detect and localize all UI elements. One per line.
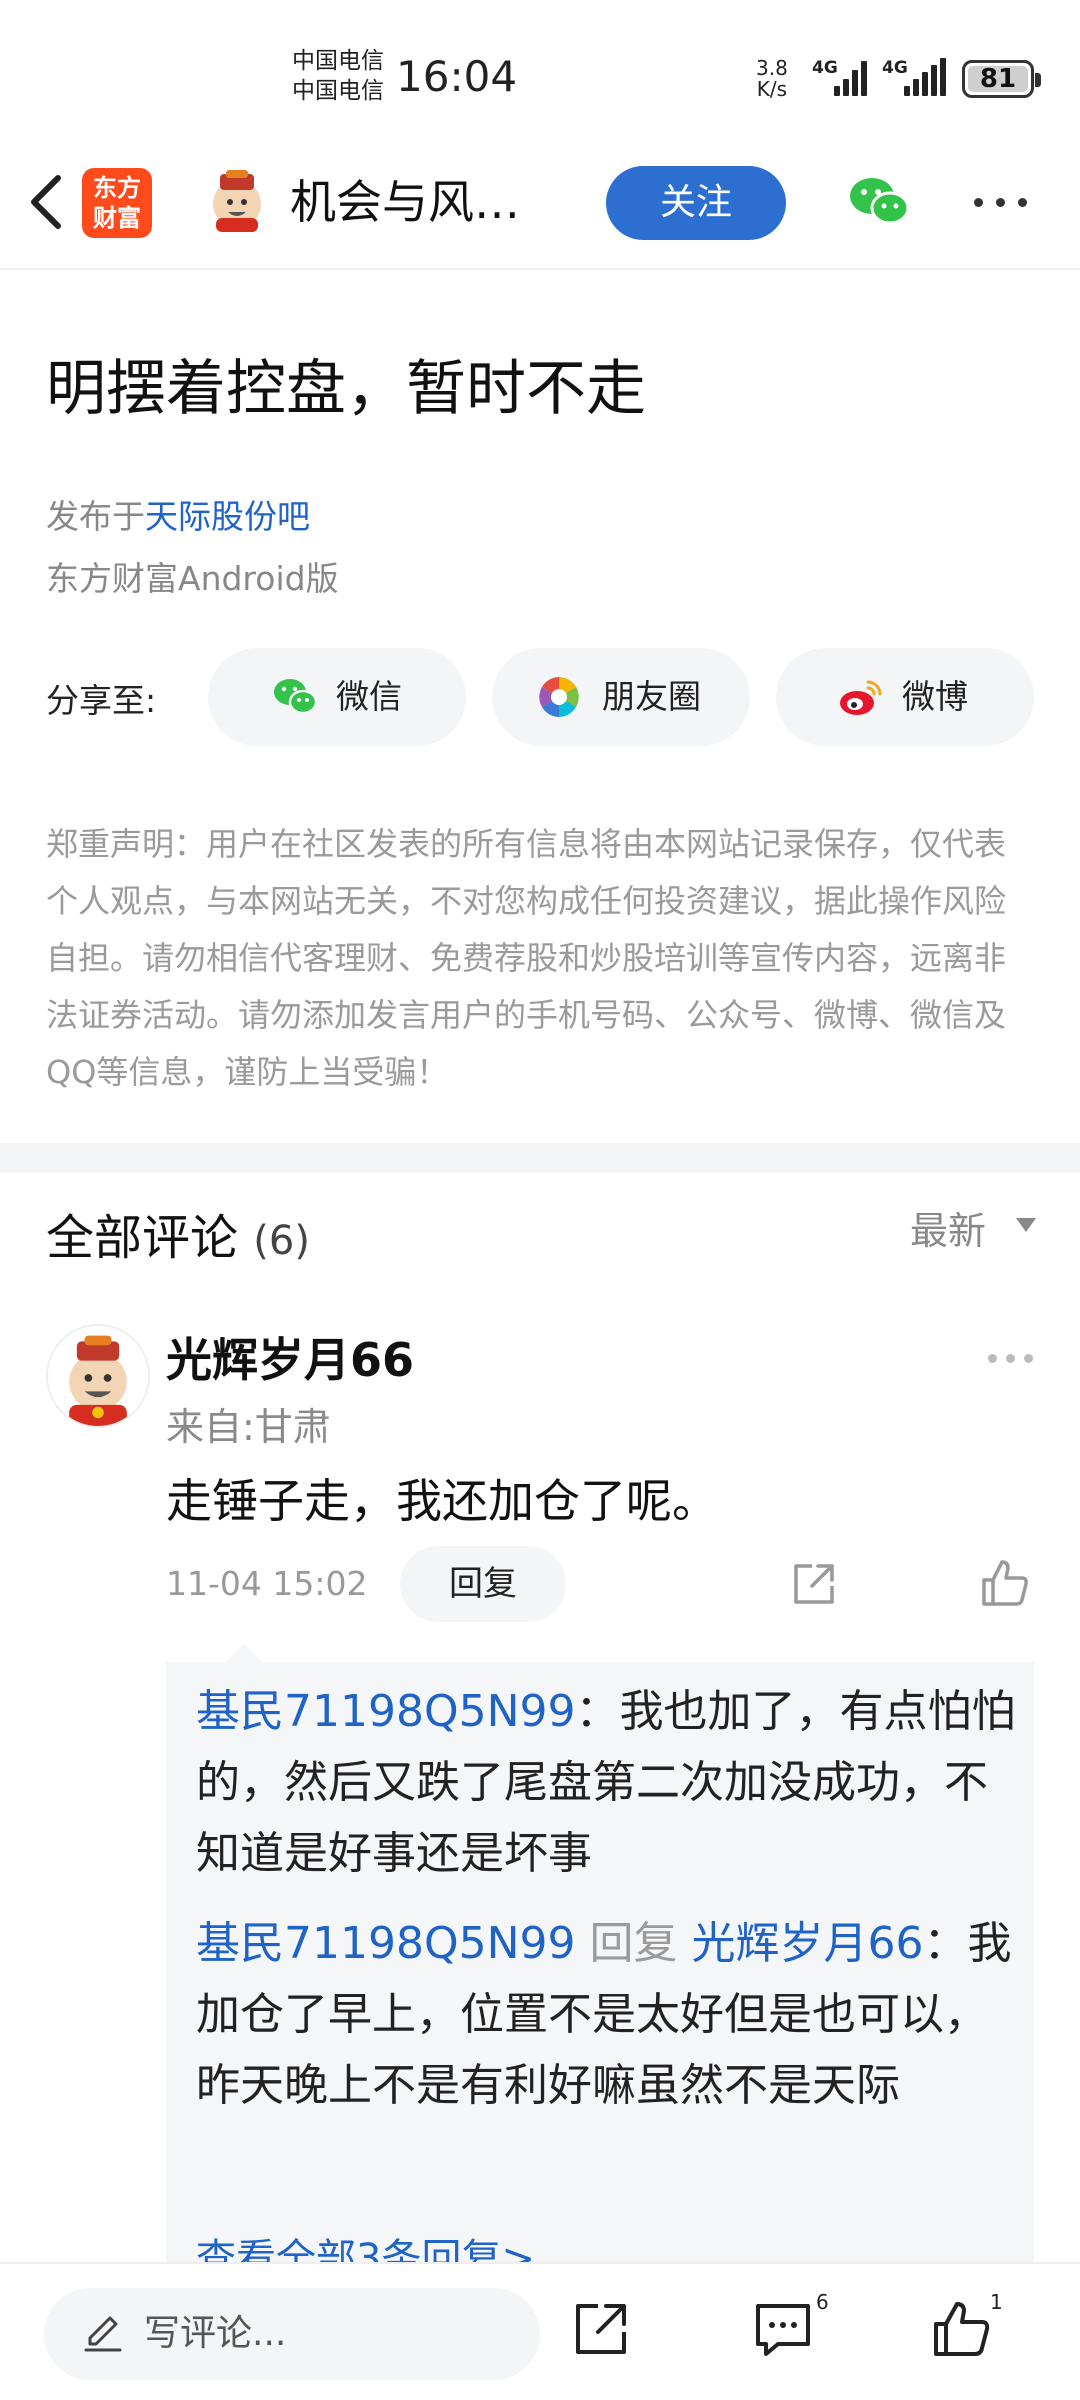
moments-icon [539,677,579,717]
share-wechat-button[interactable]: 微信 [208,648,466,746]
share-weibo-button[interactable]: 微博 [776,648,1034,746]
comment-count-badge: 6 [816,2290,829,2314]
reply-word: 回复 [589,1918,678,1969]
net-speed-unit: K/s [756,77,788,101]
share-weibo-label: 微博 [902,677,968,716]
comment-time: 11-04 15:02 [166,1564,368,1603]
comments-title: 全部评论 [46,1210,239,1266]
chevron-down-icon[interactable] [1016,1218,1036,1232]
signal-2-label: 4G [882,58,908,78]
reply-username[interactable]: 基民71198Q5N99 [196,1918,576,1969]
replies-box: 基民71198Q5N99：我也加了，有点怕怕的，然后又跌了尾盘第二次加没成功，不… [166,1662,1034,2282]
signal-1-icon: 4G [812,58,868,96]
reply-item[interactable]: 基民71198Q5N99 回复 光辉岁月66：我加仓了早上，位置不是太好但是也可… [196,1908,1016,2121]
published-prefix: 发布于 [46,497,145,536]
share-moments-button[interactable]: 朋友圈 [492,648,750,746]
sort-dropdown[interactable]: 最新 [910,1200,986,1255]
like-icon[interactable] [930,2298,992,2360]
comment-icon[interactable] [752,2298,814,2360]
author-avatar[interactable] [206,170,268,232]
comment-text: 走锤子走，我还加仓了呢。 [166,1474,718,1528]
wechat-icon[interactable] [848,174,910,230]
share-icon[interactable] [570,2298,632,2360]
share-moments-label: 朋友圈 [602,677,701,716]
section-divider [0,1143,1080,1173]
app-logo-line2: 财富 [93,204,141,232]
like-count-badge: 1 [990,2290,1003,2314]
bar-link[interactable]: 天际股份吧 [145,497,310,536]
pen-icon [84,2316,122,2352]
more-icon[interactable] [974,198,1030,210]
carrier-names: 中国电信 中国电信 [292,46,384,106]
share-label: 分享至: [46,681,157,720]
like-icon[interactable] [980,1558,1030,1608]
reply-box-pointer [226,1644,262,1662]
comment-input-placeholder: 写评论... [144,2313,287,2354]
back-icon[interactable] [22,172,72,232]
top-nav-bar: 东方 财富 机会与风… 关注 [0,150,1080,270]
carrier-2: 中国电信 [292,78,384,104]
signal-2-icon: 4G [882,58,948,96]
client-source: 东方财富Android版 [46,559,339,598]
reply-item[interactable]: 基民71198Q5N99：我也加了，有点怕怕的，然后又跌了尾盘第二次加没成功，不… [196,1676,1016,1889]
comment-location: 来自:甘肃 [166,1405,331,1449]
commenter-avatar[interactable] [46,1324,150,1428]
published-in: 发布于天际股份吧 [46,490,310,538]
comment-input[interactable]: 写评论... [44,2288,540,2380]
disclaimer-text: 郑重声明：用户在社区发表的所有信息将由本网站记录保存，仅代表个人观点，与本网站无… [46,825,1007,1091]
net-speed: 3.8 K/s [756,58,788,100]
net-speed-value: 3.8 [756,56,788,80]
app-logo-line1: 东方 [93,174,141,202]
reply-button[interactable]: 回复 [400,1546,566,1622]
status-bar: 中国电信 中国电信 16:04 3.8 K/s 4G 4G 81 [0,0,1080,150]
bottom-bar: 写评论... 6 1 [0,2262,1080,2400]
wechat-icon [274,679,318,715]
share-wechat-label: 微信 [336,677,402,716]
share-icon[interactable] [790,1560,838,1608]
battery-level: 81 [979,64,1017,94]
comments-count: (6) [253,1218,310,1264]
comments-header: 全部评论 (6) [46,1198,310,1268]
battery-icon: 81 [962,60,1041,98]
reply-username[interactable]: 基民71198Q5N99 [196,1686,576,1737]
clock: 16:04 [396,52,518,101]
follow-button[interactable]: 关注 [606,166,786,240]
comment-more-icon[interactable] [988,1354,1034,1364]
reply-target-username[interactable]: 光辉岁月66 [692,1918,924,1969]
signal-1-label: 4G [812,58,838,78]
carrier-1: 中国电信 [292,48,384,74]
app-logo[interactable]: 东方 财富 [82,168,152,238]
article-title: 明摆着控盘，暂时不走 [46,354,646,424]
weibo-icon [840,680,882,715]
comment-username[interactable]: 光辉岁月66 [166,1324,414,1390]
nav-title[interactable]: 机会与风… [290,168,560,236]
